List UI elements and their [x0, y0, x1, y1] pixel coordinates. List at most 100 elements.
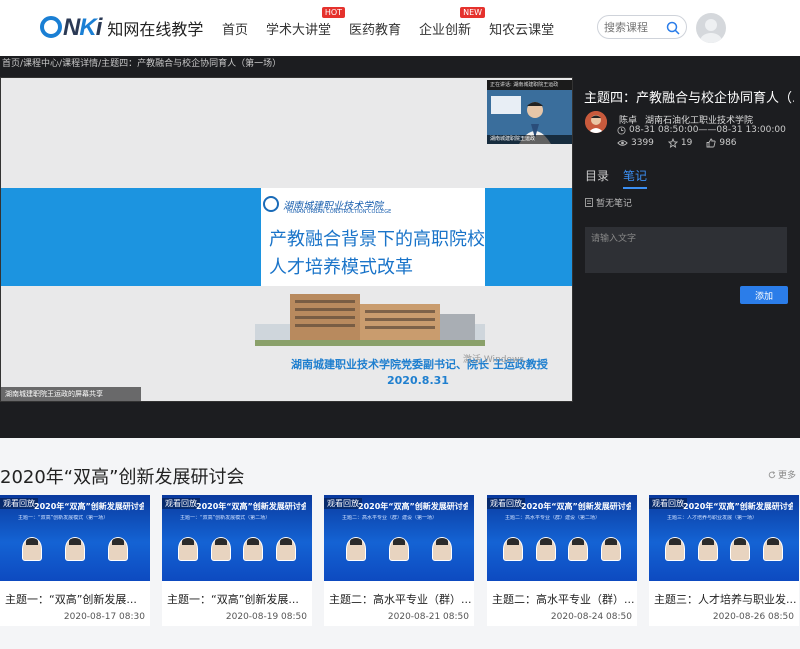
nav-label: 知农云课堂 — [489, 23, 555, 38]
speaker-photo — [432, 537, 453, 561]
course-card[interactable]: 观看回放 2020年“双高”创新发展研讨会 主题二：高水平专业（群）建设（第一场… — [324, 495, 474, 626]
refresh-icon — [768, 470, 776, 478]
card-title: 主题二：高水平专业（群）... — [329, 593, 471, 606]
replay-tag: 观看回放 — [487, 498, 525, 509]
slide-school-en: HUNAN URBAN CONSTRUCTION COLLEGE — [287, 209, 392, 215]
speaker-photo — [108, 537, 129, 561]
speaker-photo — [568, 537, 589, 561]
nav-label: 企业创新 — [419, 23, 472, 38]
hot-badge: HOT — [321, 7, 346, 18]
course-card[interactable]: 观看回放 2020年“双高”创新发展研讨会 主题一：“双高”创新发展模式（第二场… — [162, 495, 312, 626]
card-title: 主题一：“双高”创新发展... — [5, 593, 137, 606]
speaker-photo — [178, 537, 199, 561]
speaker-photo — [345, 537, 366, 561]
card-title: 主题三：人才培养与职业发... — [654, 593, 796, 606]
breadcrumb[interactable]: 首页/课程中心/课程详情/主题四：产教融合与校企协同育人（第一场） — [0, 56, 281, 72]
card-date: 2020-08-21 08:50 — [387, 612, 469, 622]
card-banner: 2020年“双高”创新发展研讨会 — [34, 502, 144, 511]
speaker-faces — [334, 537, 464, 561]
speaker-faces — [10, 537, 140, 561]
add-note-button[interactable]: 添加 — [740, 286, 788, 304]
speaker-photo — [762, 537, 783, 561]
nav-label: 学术大讲堂 — [266, 23, 332, 38]
logo[interactable]: NKi 知网在线教学 — [40, 13, 203, 43]
thumb-up-icon — [706, 138, 716, 148]
card-thumbnail: 观看回放 2020年“双高”创新发展研讨会 主题三：人才培养与职业发展（第一场） — [649, 495, 799, 581]
like-count-text: 986 — [719, 138, 737, 148]
pip-name: 湖南城建职院王运政 — [487, 135, 572, 144]
search-icon[interactable] — [666, 20, 680, 39]
tab-notes[interactable]: 笔记 — [623, 167, 648, 189]
main-nav: 首页 学术大讲堂 HOT 医药教育 企业创新 NEW 知农云课堂 — [222, 7, 572, 38]
card-subtitle: 主题二：高水平专业（群）建设（第二场） — [505, 515, 601, 521]
course-card[interactable]: 观看回放 2020年“双高”创新发展研讨会 主题二：高水平专业（群）建设（第二场… — [487, 495, 637, 626]
card-subtitle: 主题一：“双高”创新发展模式（第一场） — [18, 515, 109, 521]
card-subtitle: 主题一：“双高”创新发展模式（第二场） — [180, 515, 271, 521]
card-banner: 2020年“双高”创新发展研讨会 — [683, 502, 793, 511]
card-date: 2020-08-26 08:50 — [712, 612, 794, 622]
speaker-photo — [600, 537, 621, 561]
nav-item-enterprise[interactable]: 企业创新 NEW — [419, 7, 486, 38]
building-image — [255, 294, 485, 346]
tab-catalog[interactable]: 目录 — [585, 167, 609, 189]
note-input[interactable] — [585, 227, 787, 273]
course-card[interactable]: 观看回放 2020年“双高”创新发展研讨会 主题三：人才培养与职业发展（第一场）… — [649, 495, 799, 626]
replay-tag: 观看回放 — [324, 498, 362, 509]
user-avatar[interactable] — [696, 13, 726, 43]
lecturer-avatar — [585, 111, 607, 133]
replay-tag: 观看回放 — [162, 498, 200, 509]
speaker-photo — [535, 537, 556, 561]
course-card[interactable]: 观看回放 2020年“双高”创新发展研讨会 主题一：“双高”创新发展模式（第一场… — [0, 495, 150, 626]
empty-notes: 暂无笔记 — [585, 196, 632, 209]
star-count[interactable]: 19 — [667, 138, 693, 148]
video-player[interactable]: 湖南城建职业技术学院 HUNAN URBAN CONSTRUCTION COLL… — [0, 77, 573, 402]
speaker-faces — [497, 537, 627, 561]
logo-mark: NKi — [40, 14, 102, 42]
windows-watermark: 激活 Windows — [463, 355, 525, 365]
star-count-text: 19 — [680, 138, 693, 148]
nav-item-lectures[interactable]: 学术大讲堂 HOT — [266, 7, 346, 38]
card-thumbnail: 观看回放 2020年“双高”创新发展研讨会 主题一：“双高”创新发展模式（第一场… — [0, 495, 150, 581]
course-time: 08-31 08:50:00——08-31 13:00:00 — [617, 125, 786, 135]
nav-label: 医药教育 — [349, 23, 402, 38]
nav-item-agri[interactable]: 知农云课堂 — [489, 19, 554, 38]
nav-item-home[interactable]: 首页 — [222, 19, 248, 38]
speaker-pip[interactable]: 正在讲话: 湖南城建职院王运政 湖南城建职院王运政 — [487, 80, 572, 144]
card-banner: 2020年“双高”创新发展研讨会 — [358, 502, 468, 511]
card-title: 主题一：“双高”创新发展... — [167, 593, 299, 606]
replay-tag: 观看回放 — [0, 498, 38, 509]
panel-tabs: 目录 笔记 — [585, 167, 661, 189]
slide-title: 产教融合背景下的高职院校人才培养模式改革 — [269, 229, 485, 278]
speaker-photo — [388, 537, 409, 561]
speaker-photo — [64, 537, 85, 561]
player-section: 首页/课程中心/课程详情/主题四：产教融合与校企协同育人（第一场） 湖南城建职业… — [0, 56, 800, 438]
speaker-photo — [665, 537, 686, 561]
school-emblem-icon — [263, 196, 279, 212]
card-title: 主题二：高水平专业（群）... — [492, 593, 634, 606]
screen-share-bar: 湖南城建职院王运政的屏幕共享 — [1, 387, 141, 401]
eye-icon — [617, 140, 628, 146]
note-icon — [585, 198, 593, 207]
top-header: NKi 知网在线教学 首页 学术大讲堂 HOT 医药教育 企业创新 NEW 知农云课… — [0, 0, 800, 56]
card-list: 观看回放 2020年“双高”创新发展研讨会 主题一：“双高”创新发展模式（第一场… — [0, 495, 800, 635]
replay-tag: 观看回放 — [649, 498, 687, 509]
speaker-photo — [503, 537, 524, 561]
course-info-panel: 主题四：产教融合与校企协同育人（... 陈卓 湖南石油化工职业技术学院 08-3… — [573, 77, 800, 402]
card-date: 2020-08-24 08:50 — [550, 612, 632, 622]
more-link[interactable]: 更多 — [768, 468, 796, 481]
course-time-text: 08-31 08:50:00——08-31 13:00:00 — [629, 125, 786, 135]
speaker-photo — [21, 537, 42, 561]
card-thumbnail: 观看回放 2020年“双高”创新发展研讨会 主题二：高水平专业（群）建设（第一场… — [324, 495, 474, 581]
clock-icon — [617, 125, 626, 135]
speaker-faces — [659, 537, 789, 561]
view-count-text: 3399 — [631, 138, 654, 148]
search-input[interactable] — [604, 20, 664, 34]
card-thumbnail: 观看回放 2020年“双高”创新发展研讨会 主题二：高水平专业（群）建设（第二场… — [487, 495, 637, 581]
card-thumbnail: 观看回放 2020年“双高”创新发展研讨会 主题一：“双高”创新发展模式（第二场… — [162, 495, 312, 581]
nav-item-medical[interactable]: 医药教育 — [349, 19, 401, 38]
like-count[interactable]: 986 — [706, 138, 737, 148]
speaker-faces — [172, 537, 302, 561]
section-title: 2020年“双高”创新发展研讨会 — [0, 467, 245, 488]
speaker-photo — [243, 537, 264, 561]
pip-header: 正在讲话: 湖南城建职院王运政 — [487, 80, 572, 90]
